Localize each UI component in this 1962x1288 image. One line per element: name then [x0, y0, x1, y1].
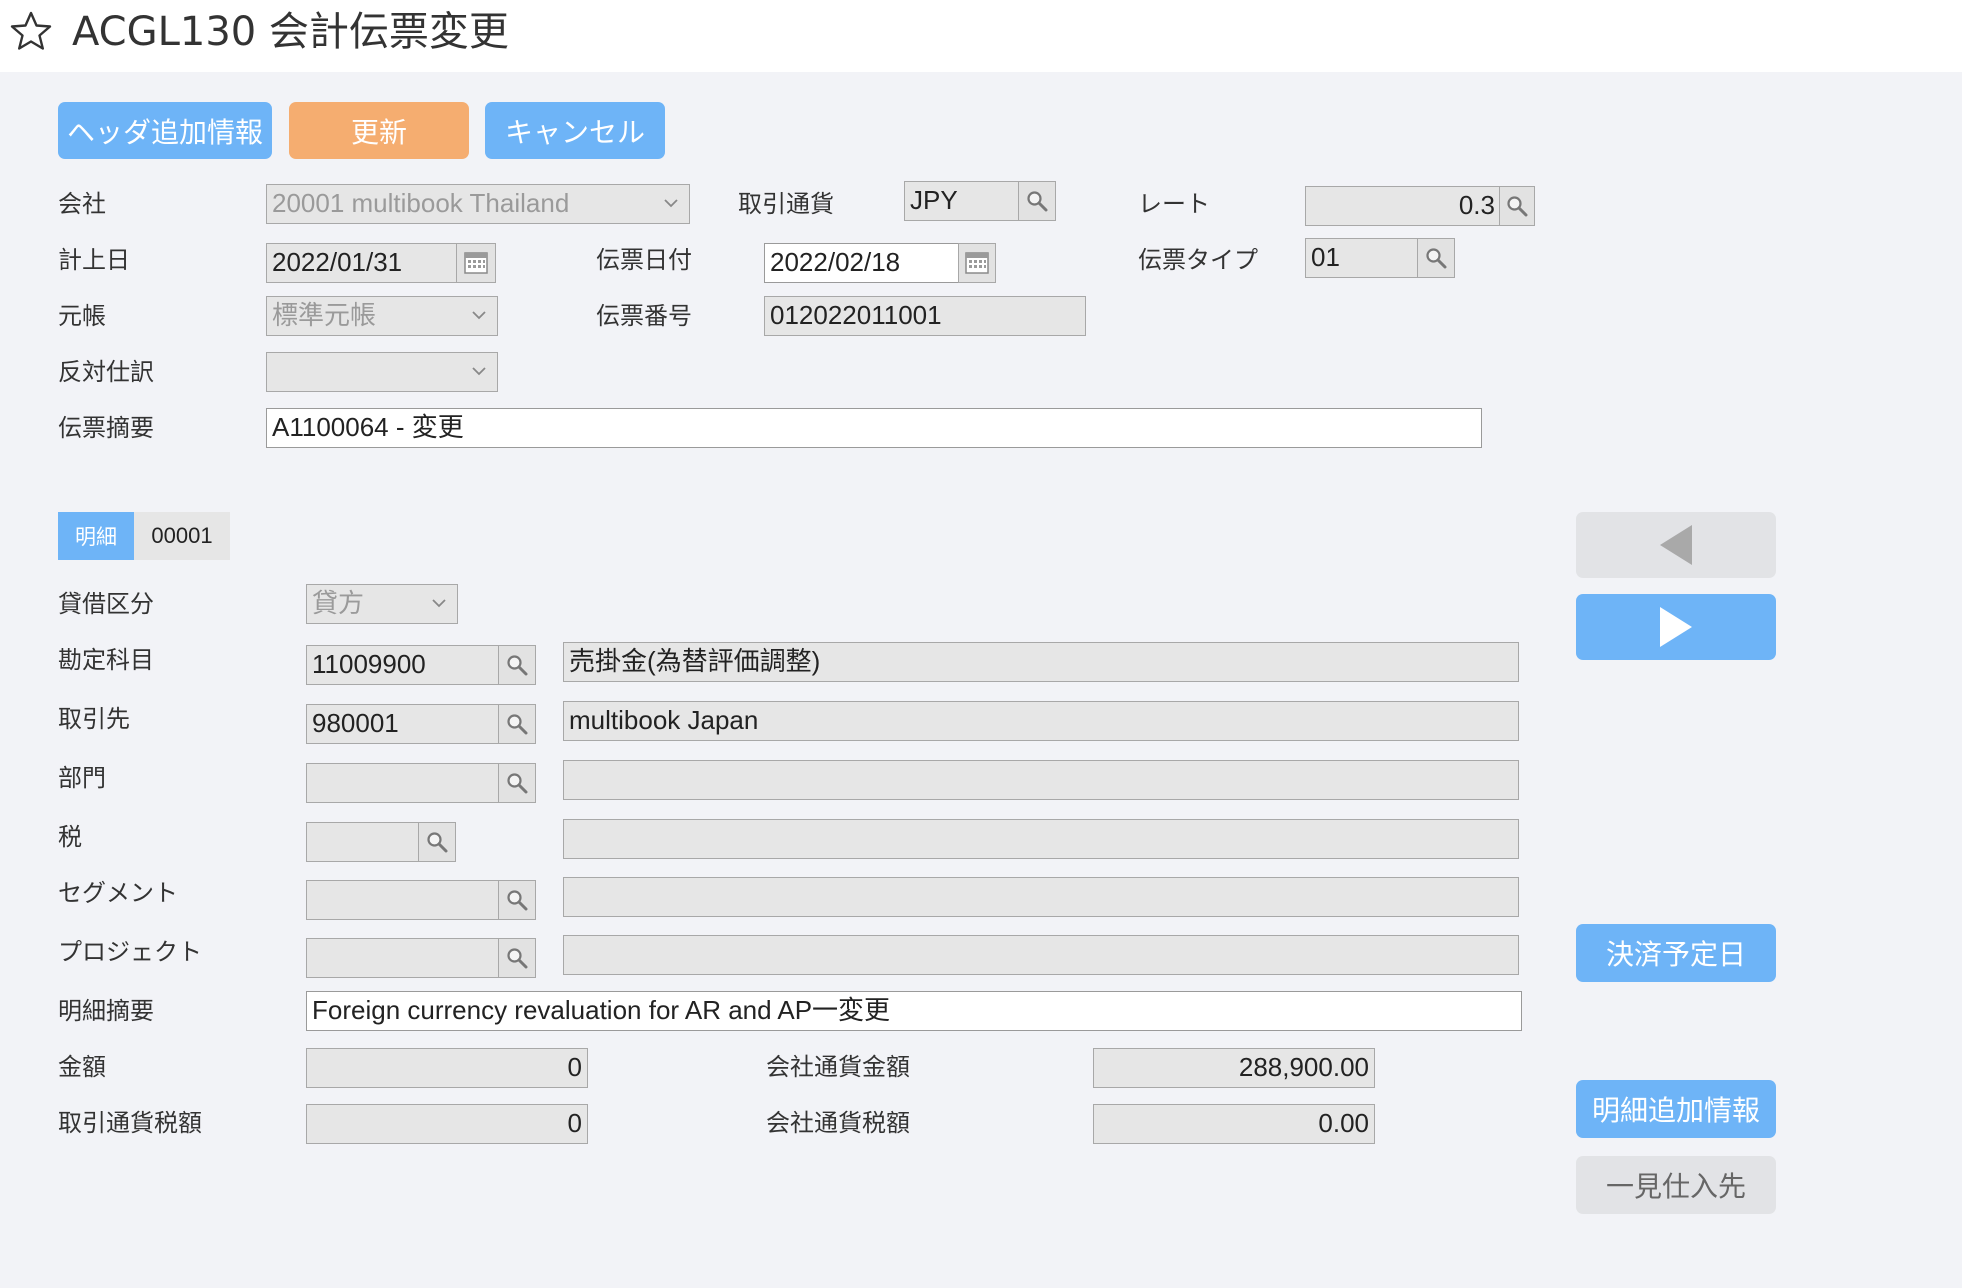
amount-input[interactable]: 0 [306, 1048, 588, 1088]
partner-label: 取引先 [58, 705, 130, 733]
calendar-icon [965, 252, 989, 274]
cancel-button[interactable]: キャンセル [485, 102, 665, 159]
slip-number-label: 伝票番号 [596, 302, 692, 330]
slip-date-label: 伝票日付 [596, 246, 692, 274]
tax-code-input[interactable] [306, 822, 420, 862]
search-icon [507, 655, 528, 676]
currency-input[interactable]: JPY [904, 181, 1020, 221]
update-button[interactable]: 更新 [289, 102, 469, 159]
slip-type-input[interactable]: 01 [1305, 238, 1419, 278]
settlement-date-button[interactable]: 決済予定日 [1576, 924, 1776, 982]
ledger-value: 標準元帳 [272, 300, 377, 330]
ledger-label: 元帳 [58, 302, 106, 330]
chevron-down-icon [472, 311, 486, 320]
partner-search-button[interactable] [498, 704, 536, 744]
arrow-right-icon [1660, 607, 1692, 647]
segment-code-input[interactable] [306, 880, 500, 920]
reverse-entry-select[interactable] [266, 352, 498, 392]
title-bar: ACGL130 会計伝票変更 [0, 0, 1962, 72]
tax-amount-input[interactable]: 0 [306, 1104, 588, 1144]
posting-date-label: 計上日 [58, 246, 130, 274]
segment-name [563, 877, 1519, 917]
chevron-down-icon [472, 367, 486, 376]
star-icon[interactable] [10, 10, 52, 52]
arrow-left-icon [1660, 525, 1692, 565]
slip-summary-label: 伝票摘要 [58, 414, 154, 442]
company-amount-label: 会社通貨金額 [766, 1053, 910, 1081]
company-amount-input: 288,900.00 [1093, 1048, 1375, 1088]
search-icon [507, 948, 528, 969]
search-icon [1426, 248, 1447, 269]
currency-label: 取引通貨 [738, 190, 834, 218]
line-summary-input[interactable]: Foreign currency revaluation for AR and … [306, 991, 1522, 1031]
rate-label: レート [1138, 190, 1210, 218]
tab-detail[interactable]: 明細 [58, 512, 134, 560]
search-icon [1027, 191, 1048, 212]
chevron-down-icon [432, 599, 446, 608]
department-search-button[interactable] [498, 763, 536, 803]
debit-credit-select[interactable]: 貸方 [306, 584, 458, 624]
amount-label: 金額 [58, 1053, 106, 1081]
search-icon [1507, 196, 1528, 217]
rate-input[interactable]: 0.3 [1305, 186, 1501, 226]
account-code-input[interactable]: 11009900 [306, 645, 500, 685]
account-label: 勘定科目 [58, 646, 154, 674]
project-label: プロジェクト [58, 938, 202, 966]
segment-label: セグメント [58, 879, 178, 907]
search-icon [507, 890, 528, 911]
tax-search-button[interactable] [418, 822, 456, 862]
search-icon [507, 714, 528, 735]
posting-date-input[interactable]: 2022/01/31 [266, 243, 458, 283]
project-name [563, 935, 1519, 975]
posting-date-calendar-button[interactable] [456, 243, 496, 283]
debit-credit-value: 貸方 [312, 588, 365, 618]
page-title: ACGL130 会計伝票変更 [72, 9, 509, 55]
prev-detail-button[interactable] [1576, 512, 1776, 578]
tax-amount-label: 取引通貨税額 [58, 1109, 202, 1137]
company-select[interactable]: 20001 multibook Thailand [266, 184, 690, 224]
segment-search-button[interactable] [498, 880, 536, 920]
slip-date-calendar-button[interactable] [958, 243, 996, 283]
project-search-button[interactable] [498, 938, 536, 978]
department-code-input[interactable] [306, 763, 500, 803]
header-info-button[interactable]: ヘッダ追加情報 [58, 102, 272, 159]
supplier-button[interactable]: 一見仕入先 [1576, 1156, 1776, 1214]
slip-number-input[interactable]: 012022011001 [764, 296, 1086, 336]
tax-label: 税 [58, 823, 82, 851]
debit-credit-label: 貸借区分 [58, 590, 154, 618]
department-label: 部門 [58, 764, 106, 792]
company-value: 20001 multibook Thailand [272, 188, 570, 218]
company-tax-amount-input: 0.00 [1093, 1104, 1375, 1144]
slip-type-label: 伝票タイプ [1138, 246, 1258, 274]
partner-code-input[interactable]: 980001 [306, 704, 500, 744]
account-search-button[interactable] [498, 645, 536, 685]
calendar-icon [464, 252, 488, 274]
detail-info-button[interactable]: 明細追加情報 [1576, 1080, 1776, 1138]
slip-summary-input[interactable]: A1100064 - 変更 [266, 408, 1482, 448]
rate-search-button[interactable] [1499, 186, 1535, 226]
company-label: 会社 [58, 190, 106, 218]
search-icon [507, 773, 528, 794]
reverse-entry-label: 反対仕訳 [58, 358, 154, 386]
project-code-input[interactable] [306, 938, 500, 978]
currency-search-button[interactable] [1018, 181, 1056, 221]
search-icon [427, 832, 448, 853]
detail-number: 00001 [134, 512, 230, 560]
slip-date-input[interactable]: 2022/02/18 [764, 243, 960, 283]
tax-name [563, 819, 1519, 859]
slip-type-search-button[interactable] [1417, 238, 1455, 278]
department-name [563, 760, 1519, 800]
next-detail-button[interactable] [1576, 594, 1776, 660]
partner-name: multibook Japan [563, 701, 1519, 741]
account-name: 売掛金(為替評価調整) [563, 642, 1519, 682]
ledger-select[interactable]: 標準元帳 [266, 296, 498, 336]
line-summary-label: 明細摘要 [58, 997, 154, 1025]
chevron-down-icon [664, 199, 678, 208]
company-tax-amount-label: 会社通貨税額 [766, 1109, 910, 1137]
